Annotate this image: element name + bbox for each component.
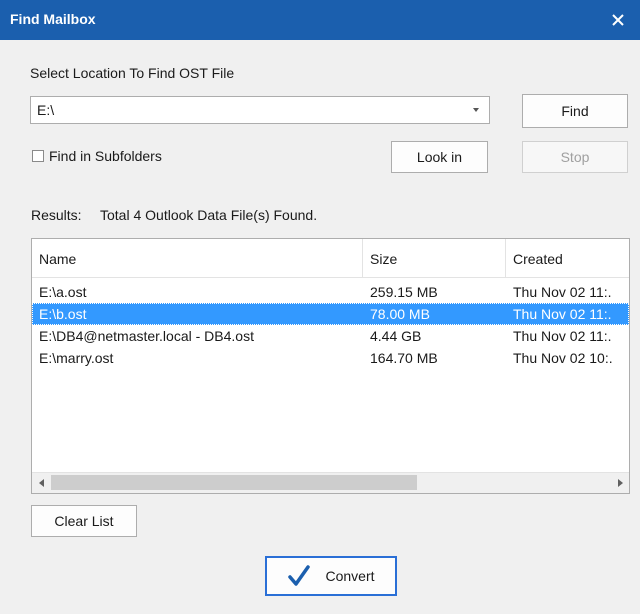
- row-focus: E:\DB4@netmaster.local - DB4.ost 4.44 GB…: [32, 325, 629, 347]
- list-header: Name Size Created: [32, 239, 629, 278]
- cell-name: E:\marry.ost: [39, 350, 114, 366]
- results-summary: Total 4 Outlook Data File(s) Found.: [100, 207, 318, 223]
- window-title: Find Mailbox: [10, 11, 96, 27]
- results-list[interactable]: Name Size Created E:\a.ost 259.15 MB Thu…: [31, 238, 630, 494]
- convert-button[interactable]: Convert: [265, 556, 397, 596]
- table-row-selected[interactable]: E:\b.ost 78.00 MB Thu Nov 02 11:.: [32, 303, 629, 325]
- close-icon: [612, 14, 624, 26]
- table-row[interactable]: E:\a.ost 259.15 MB Thu Nov 02 11:.: [32, 281, 629, 303]
- look-in-button[interactable]: Look in: [391, 141, 488, 173]
- location-dropdown[interactable]: E:\: [30, 96, 490, 124]
- clear-list-button[interactable]: Clear List: [31, 505, 137, 537]
- chevron-down-icon: [473, 108, 479, 112]
- cell-name: E:\b.ost: [39, 306, 87, 322]
- results-prefix: Results:: [31, 207, 82, 223]
- cell-size: 78.00 MB: [370, 306, 430, 322]
- cell-created: Thu Nov 02 11:.: [513, 284, 612, 300]
- arrow-right-icon: [617, 479, 623, 487]
- cell-created: Thu Nov 02 11:.: [513, 306, 612, 322]
- cell-created: Thu Nov 02 11:.: [513, 328, 612, 344]
- cell-name: E:\DB4@netmaster.local - DB4.ost: [39, 328, 254, 344]
- cell-size: 164.70 MB: [370, 350, 438, 366]
- title-bar: Find Mailbox: [0, 0, 640, 40]
- scroll-left-button[interactable]: [32, 473, 50, 493]
- location-value: E:\: [37, 102, 55, 118]
- find-button[interactable]: Find: [522, 94, 628, 128]
- column-header-created[interactable]: Created: [506, 239, 629, 277]
- checkmark-icon: [288, 565, 311, 586]
- row-focus: E:\marry.ost 164.70 MB Thu Nov 02 10:.: [32, 347, 629, 369]
- table-row[interactable]: E:\marry.ost 164.70 MB Thu Nov 02 10:.: [32, 347, 629, 369]
- stop-button[interactable]: Stop: [522, 141, 628, 173]
- column-header-size[interactable]: Size: [363, 239, 505, 277]
- horizontal-scrollbar[interactable]: [32, 472, 629, 493]
- cell-name: E:\a.ost: [39, 284, 87, 300]
- subfolders-checkbox[interactable]: [32, 150, 44, 162]
- find-mailbox-dialog: Find Mailbox Select Location To Find OST…: [0, 0, 640, 614]
- cell-size: 259.15 MB: [370, 284, 438, 300]
- scroll-right-button[interactable]: [611, 473, 629, 493]
- arrow-left-icon: [38, 479, 44, 487]
- subfolders-label: Find in Subfolders: [49, 148, 162, 164]
- row-focus: E:\b.ost 78.00 MB Thu Nov 02 11:.: [32, 303, 629, 325]
- cell-size: 4.44 GB: [370, 328, 422, 344]
- cell-created: Thu Nov 02 10:.: [513, 350, 613, 366]
- column-header-name[interactable]: Name: [32, 239, 362, 277]
- location-label: Select Location To Find OST File: [30, 65, 235, 81]
- close-button[interactable]: [596, 0, 640, 40]
- scrollbar-thumb[interactable]: [51, 475, 417, 490]
- row-focus: E:\a.ost 259.15 MB Thu Nov 02 11:.: [32, 281, 629, 303]
- convert-label: Convert: [325, 568, 375, 584]
- table-row[interactable]: E:\DB4@netmaster.local - DB4.ost 4.44 GB…: [32, 325, 629, 347]
